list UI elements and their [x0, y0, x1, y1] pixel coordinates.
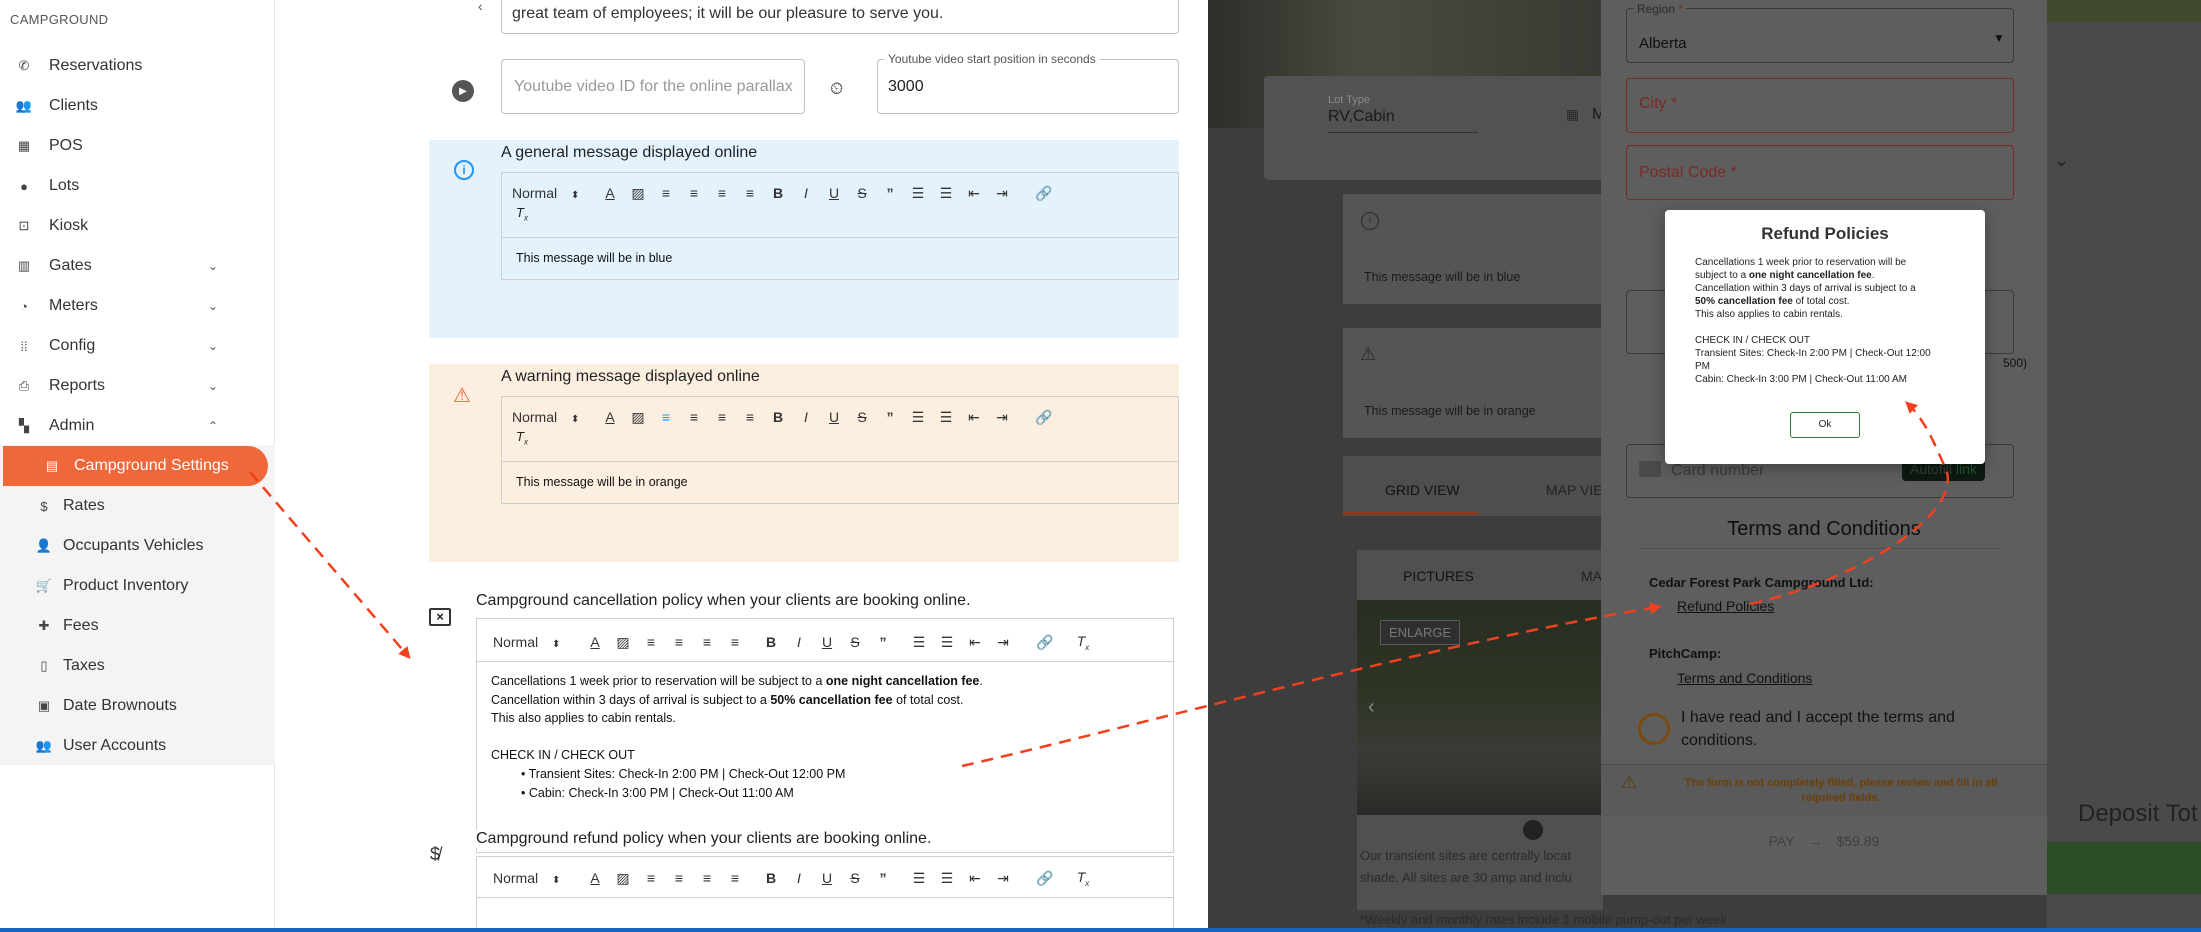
- bottom-bar: [0, 928, 2201, 932]
- arrow-link-to-modal: [1749, 401, 1950, 606]
- annotation-arrows: [249, 401, 1950, 768]
- arrow-policy-to-refund-link: [961, 602, 1662, 768]
- screenshot-root: CAMPGROUND ✆ Reservations 👥 Clients ▦ POS ●…: [0, 0, 2201, 932]
- arrow-settings-to-policy: [249, 471, 411, 660]
